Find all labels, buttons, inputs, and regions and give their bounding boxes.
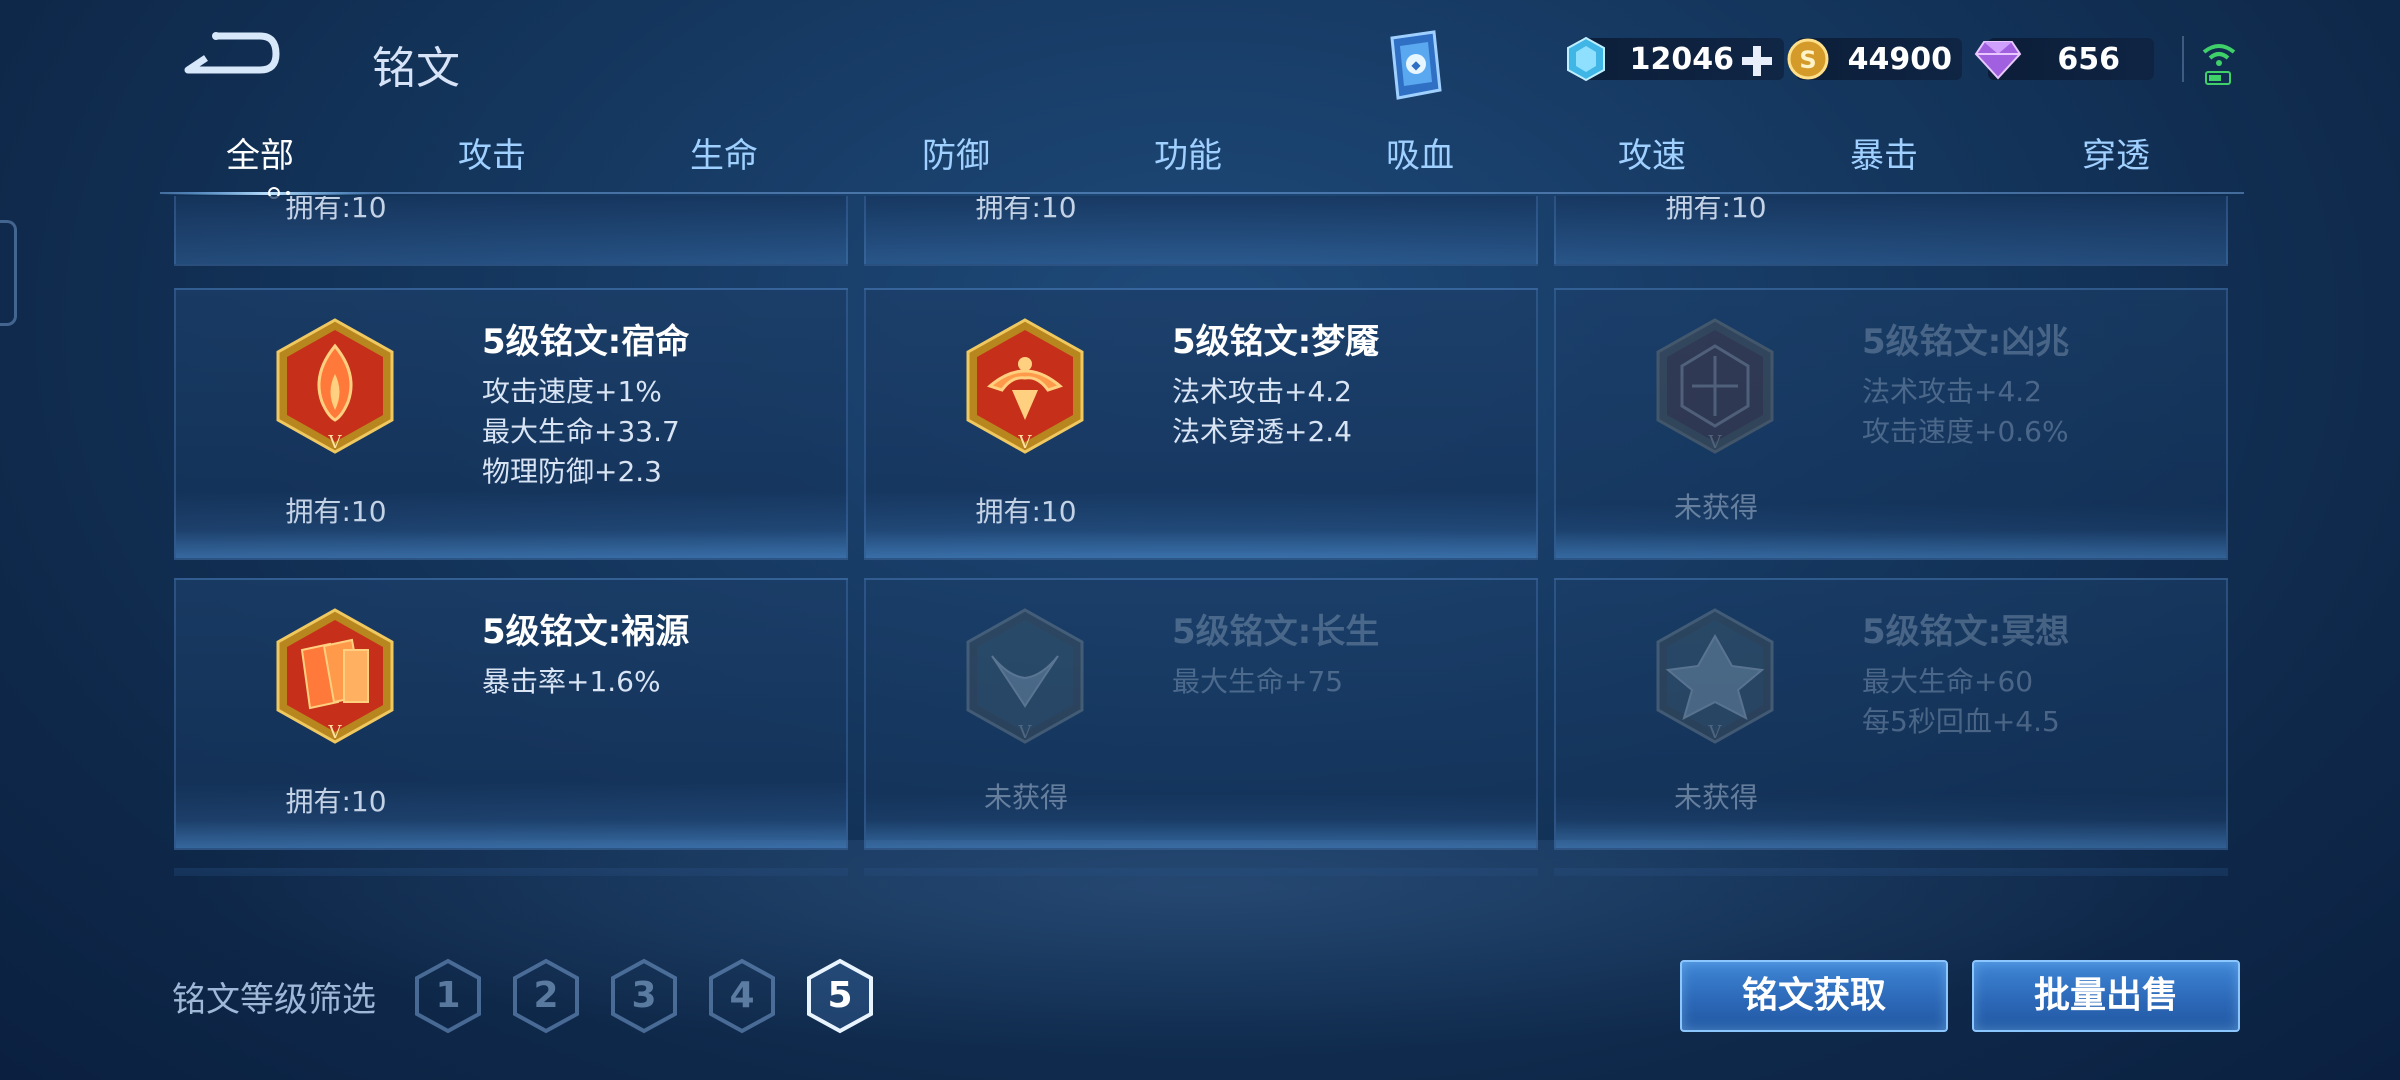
- rune-stat: 攻击速度+0.6%: [1862, 415, 2069, 448]
- rune-name: 5级铭文:梦魇: [1172, 322, 1380, 362]
- rune-count: 未获得: [983, 781, 1068, 814]
- rune-stat: 法术穿透+2.4: [1172, 415, 1352, 448]
- rune-count: 未获得: [1673, 491, 1758, 524]
- rune-stat: 最大生命+60: [1862, 665, 2034, 698]
- coupon-icon: [1567, 36, 1605, 82]
- rune-card-next-peek: [1554, 868, 2228, 876]
- get-rune-button[interactable]: 铭文获取: [1680, 960, 1948, 1032]
- wifi-signal-icon: [2202, 44, 2236, 85]
- back-arrow-icon: [184, 32, 280, 74]
- rune-book-icon[interactable]: ◆: [1378, 28, 1448, 102]
- rune-card-huoyuan[interactable]: V 5级铭文:祸源 暴击率+1.6% 拥有:10: [174, 578, 848, 850]
- tab-penetration[interactable]: 穿透: [2016, 128, 2216, 188]
- tab-hp[interactable]: 生命: [624, 128, 824, 188]
- side-drawer-handle[interactable]: [0, 220, 17, 326]
- rune-count: 拥有:10: [285, 785, 387, 818]
- level-filter-2[interactable]: 2: [512, 958, 580, 1034]
- rune-stat: 最大生命+75: [1172, 665, 1344, 698]
- rune-card-partial[interactable]: 拥有:10: [174, 196, 848, 266]
- back-button[interactable]: [178, 28, 282, 84]
- svg-text:V: V: [328, 432, 343, 453]
- rune-card-suming[interactable]: V 5级铭文:宿命 攻击速度+1% 最大生命+33.7 物理防御+2.3 拥有:…: [174, 288, 848, 560]
- rune-name: 5级铭文:长生: [1172, 612, 1380, 652]
- rune-card-partial[interactable]: 拥有:10: [1554, 196, 2228, 266]
- rune-stat: 最大生命+33.7: [482, 415, 680, 448]
- page-title: 铭文: [372, 43, 460, 94]
- level-filter-label: 铭文等级筛选: [172, 980, 376, 1020]
- svg-text:V: V: [328, 722, 343, 743]
- svg-text:V: V: [1018, 432, 1033, 453]
- rune-count: 未获得: [1673, 781, 1758, 814]
- coupon-amount: 12046: [1629, 42, 1734, 77]
- rune-card-mingxiang[interactable]: V 5级铭文:冥想 最大生命+60 每5秒回血+4.5 未获得: [1554, 578, 2228, 850]
- rune-stat: 物理防御+2.3: [482, 455, 662, 488]
- rune-count: 拥有:10: [285, 495, 387, 528]
- batch-sell-button[interactable]: 批量出售: [1972, 960, 2240, 1032]
- tab-all[interactable]: 全部: [160, 128, 360, 188]
- level-number: 2: [533, 975, 559, 1016]
- level-filter-1[interactable]: 1: [414, 958, 482, 1034]
- level-number: 5: [827, 975, 853, 1016]
- rune-card-next-peek: [174, 868, 848, 876]
- gold-amount: 44900: [1847, 42, 1952, 77]
- rune-name: 5级铭文:冥想: [1862, 612, 2070, 652]
- level-number: 4: [729, 975, 755, 1016]
- rune-name: 5级铭文:凶兆: [1862, 322, 2070, 362]
- tab-function[interactable]: 功能: [1088, 128, 1288, 188]
- rune-stat: 法术攻击+4.2: [1172, 375, 1352, 408]
- meditation-rune-icon: V: [1656, 608, 1774, 744]
- rune-count: 拥有:10: [975, 196, 1077, 224]
- header-divider: [2182, 36, 2184, 82]
- rune-stat: 攻击速度+1%: [482, 375, 662, 408]
- level-filter-5[interactable]: 5: [806, 958, 874, 1034]
- longevity-rune-icon: V: [966, 608, 1084, 744]
- svg-text:V: V: [1708, 432, 1723, 453]
- tab-attack-speed[interactable]: 攻速: [1552, 128, 1752, 188]
- gold-coin-icon: S: [1787, 38, 1829, 80]
- rune-stat: 每5秒回血+4.5: [1862, 705, 2060, 738]
- tab-attack[interactable]: 攻击: [392, 128, 592, 188]
- category-tabs: 全部 攻击 生命 防御 功能 吸血 攻速 暴击 穿透: [160, 128, 2244, 196]
- rune-name: 5级铭文:祸源: [482, 612, 690, 652]
- rune-card-next-peek: [864, 868, 1538, 876]
- add-coupon-icon[interactable]: [1740, 44, 1774, 78]
- rune-card-partial[interactable]: 拥有:10: [864, 196, 1538, 266]
- rune-card-mengyan[interactable]: V 5级铭文:梦魇 法术攻击+4.2 法术穿透+2.4 拥有:10: [864, 288, 1538, 560]
- level-filter-3[interactable]: 3: [610, 958, 678, 1034]
- tab-defense[interactable]: 防御: [856, 128, 1056, 188]
- flame-rune-icon: V: [276, 318, 394, 454]
- nightmare-rune-icon: V: [966, 318, 1084, 454]
- level-number: 3: [631, 975, 657, 1016]
- rune-stat: 暴击率+1.6%: [482, 665, 661, 698]
- rune-card-xiongzhao[interactable]: V 5级铭文:凶兆 法术攻击+4.2 攻击速度+0.6% 未获得: [1554, 288, 2228, 560]
- rune-name: 5级铭文:宿命: [482, 322, 690, 362]
- tab-underline: [160, 192, 2244, 194]
- omen-rune-icon: V: [1656, 318, 1774, 454]
- svg-text:V: V: [1018, 722, 1033, 743]
- rune-grid: 拥有:10 拥有:10 拥有:10 V 5级铭文:宿命 攻击速度+1% 最大生命…: [170, 196, 2230, 876]
- svg-text:◆: ◆: [1411, 58, 1421, 72]
- svg-text:S: S: [1799, 46, 1816, 74]
- level-filter-4[interactable]: 4: [708, 958, 776, 1034]
- tab-lifesteal[interactable]: 吸血: [1320, 128, 1520, 188]
- svg-text:V: V: [1708, 722, 1723, 743]
- cards-rune-icon: V: [276, 608, 394, 744]
- rune-stat: 法术攻击+4.2: [1862, 375, 2042, 408]
- tab-crit[interactable]: 暴击: [1784, 128, 1984, 188]
- level-number: 1: [435, 975, 461, 1016]
- rune-count: 拥有:10: [285, 196, 387, 224]
- rune-count: 拥有:10: [975, 495, 1077, 528]
- rune-card-changsheng[interactable]: V 5级铭文:长生 最大生命+75 未获得: [864, 578, 1538, 850]
- diamond-amount: 656: [2057, 42, 2120, 77]
- diamond-icon: [1974, 41, 2022, 80]
- rune-count: 拥有:10: [1665, 196, 1767, 224]
